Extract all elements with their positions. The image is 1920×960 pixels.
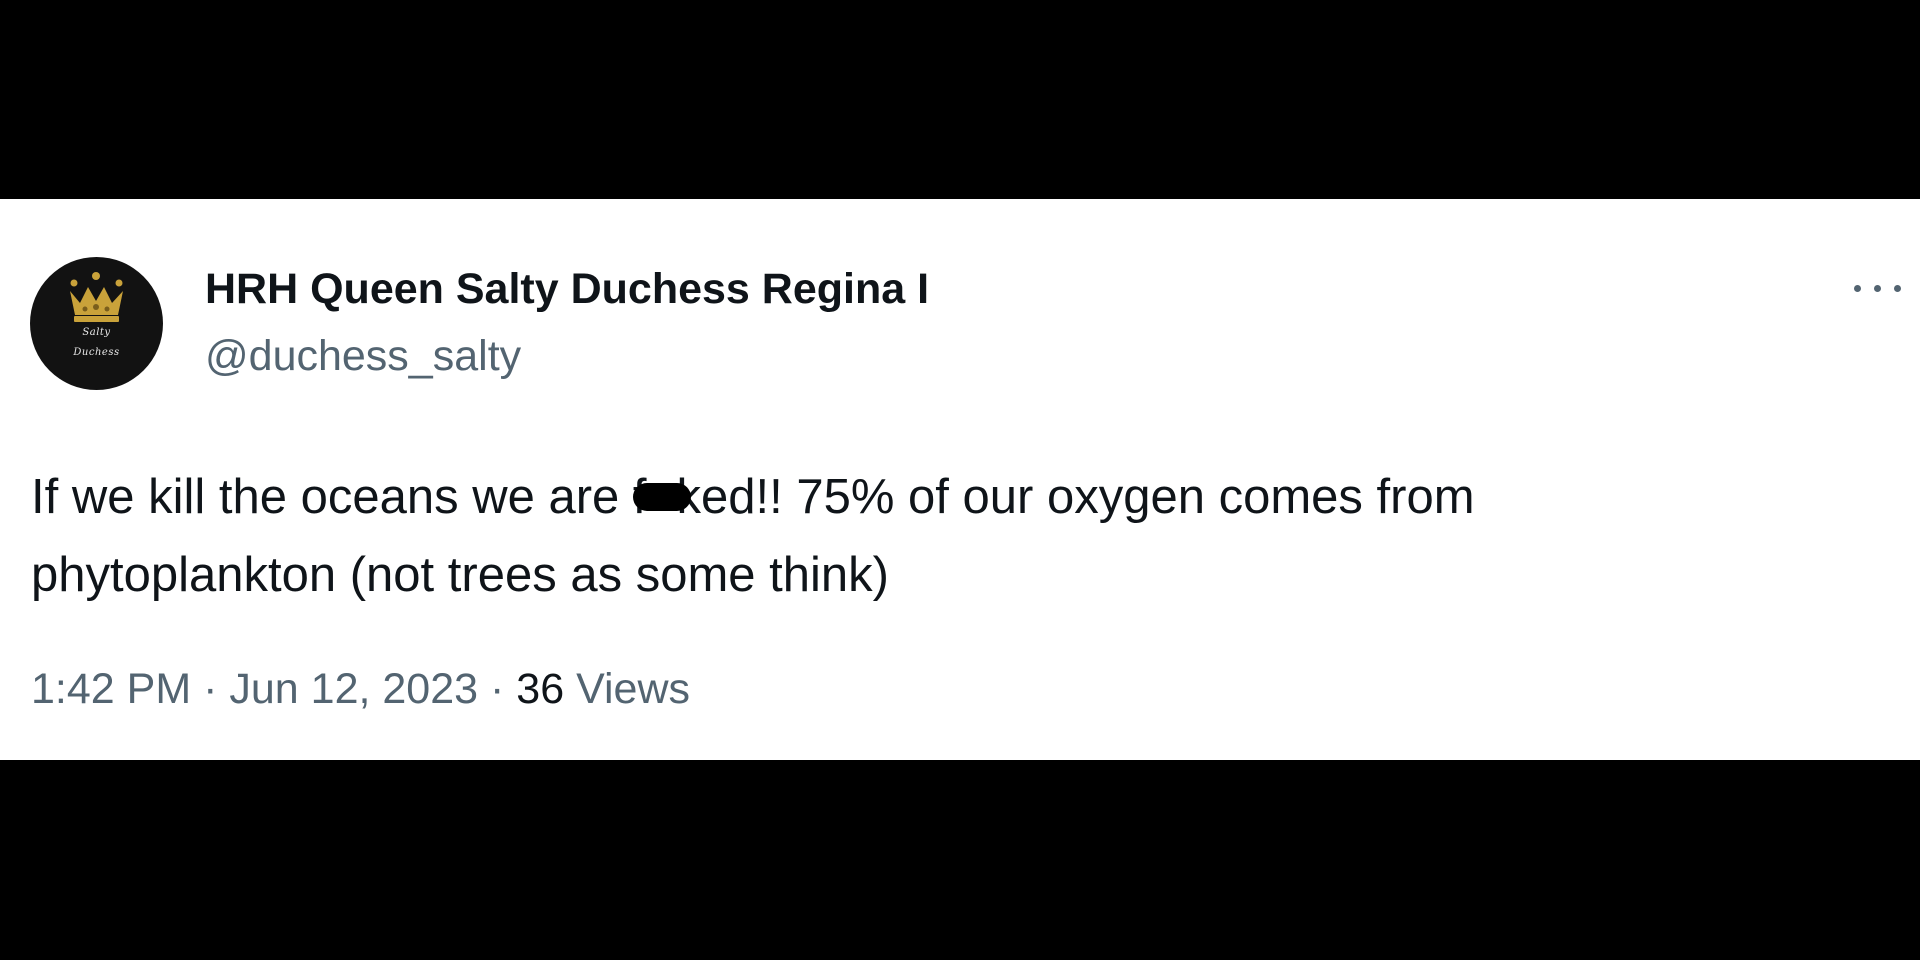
avatar-logo-text: Salty: [82, 327, 111, 338]
crown-icon: [70, 272, 123, 322]
meta-separator: ·: [490, 665, 505, 713]
author-display-name[interactable]: HRH Queen Salty Duchess Regina I: [205, 265, 929, 314]
avatar[interactable]: Salty Duchess: [30, 257, 163, 390]
tweet-time[interactable]: 1:42 PM: [31, 665, 191, 713]
tweet-text-segment: ked!! 75% of our oxygen comes from: [676, 470, 1475, 524]
author-handle[interactable]: @duchess_salty: [205, 332, 521, 381]
tweet-text-line-1: If we kill the oceans we are f ked!! 75% …: [31, 458, 1871, 536]
views-count[interactable]: 36: [516, 665, 564, 713]
tweet-text-segment: If we kill the oceans we are f: [31, 470, 647, 524]
tweet-meta: 1:42 PM · Jun 12, 2023 · 36 Views: [31, 665, 690, 714]
meta-separator: ·: [203, 665, 218, 713]
censor-bar: [632, 483, 691, 512]
views-label[interactable]: Views: [576, 665, 690, 713]
more-options-icon[interactable]: [1850, 277, 1905, 299]
avatar-logo-text: Duchess: [73, 347, 120, 358]
tweet-card: Salty Duchess HRH Queen Salty Duchess Re…: [0, 199, 1920, 760]
tweet-date[interactable]: Jun 12, 2023: [229, 665, 478, 713]
tweet-text-line-2: phytoplankton (not trees as some think): [31, 548, 889, 602]
tweet-text: If we kill the oceans we are f ked!! 75% …: [31, 458, 1871, 614]
